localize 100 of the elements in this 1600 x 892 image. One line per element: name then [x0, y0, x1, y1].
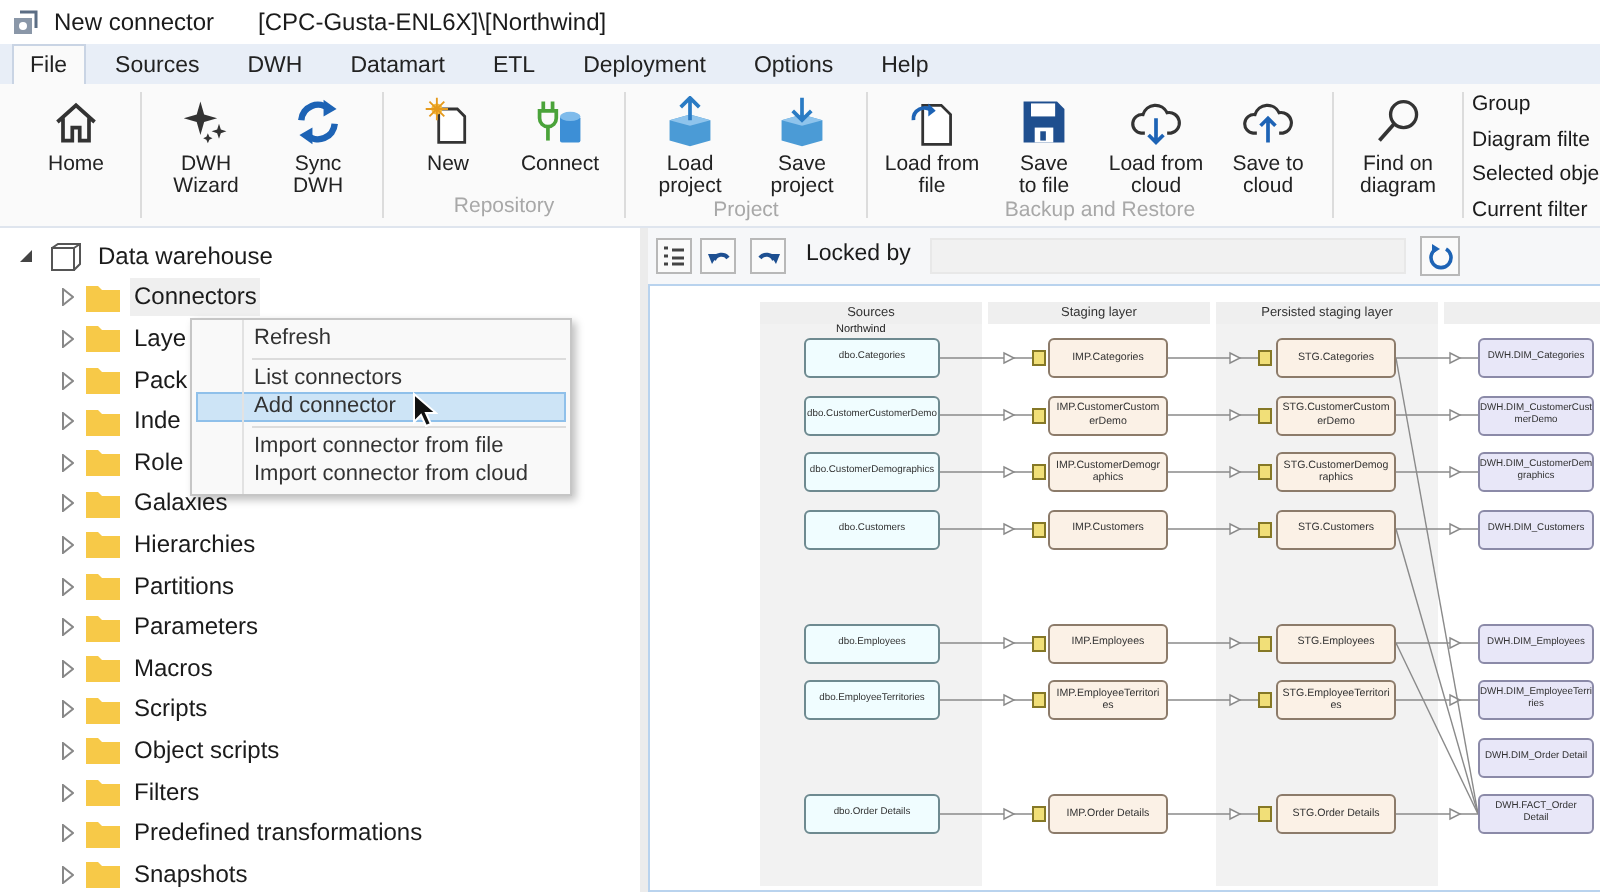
sync-button[interactable]: Sync DWH — [262, 92, 374, 198]
step-badge-icon — [1032, 806, 1046, 822]
window-title: New connector — [54, 6, 215, 40]
menu-item[interactable]: Import connector from cloud — [196, 460, 566, 489]
collapse-arrow-icon[interactable] — [18, 248, 34, 265]
tree-item[interactable]: Object scripts — [130, 731, 284, 770]
tree-item[interactable]: Laye — [130, 319, 191, 358]
expand-arrow-icon[interactable] — [62, 577, 74, 596]
step-badge-icon — [1258, 350, 1272, 366]
ribbon-tab[interactable]: DWH — [229, 44, 321, 84]
flow-arrow — [939, 636, 1033, 650]
ribbon-tab[interactable]: Help — [863, 44, 947, 84]
undo-icon — [707, 248, 729, 264]
home-button[interactable]: Home — [20, 92, 132, 194]
ribbon-option[interactable]: Group — [1472, 88, 1600, 123]
menu-item[interactable]: Import connector from file — [196, 431, 566, 460]
plug-database-icon — [534, 96, 586, 148]
flow-arrow — [1395, 465, 1479, 479]
ribbon-tab[interactable]: Options — [735, 44, 852, 84]
connect-button[interactable]: Connect — [504, 92, 616, 194]
tree-item[interactable]: Role — [130, 443, 188, 482]
step-badge-icon — [1032, 692, 1046, 708]
tree-item[interactable]: Partitions — [130, 567, 239, 606]
expand-arrow-icon[interactable] — [62, 494, 74, 513]
undo-button[interactable] — [700, 238, 736, 274]
expand-arrow-icon[interactable] — [62, 412, 74, 431]
tree-item[interactable]: Macros — [130, 649, 217, 688]
ribbon-tab[interactable]: ETL — [474, 44, 554, 84]
ribbon-tab[interactable]: File — [12, 44, 86, 84]
expand-arrow-icon[interactable] — [62, 535, 74, 554]
refresh-button[interactable] — [1420, 236, 1461, 276]
wizard-button[interactable]: DWH Wizard — [150, 92, 262, 198]
sparkles-icon — [180, 96, 232, 148]
tree-item[interactable]: Pack — [130, 361, 192, 400]
menu-item[interactable]: Add connector — [196, 392, 566, 421]
cube-icon — [50, 241, 82, 272]
load-from-cloud-button[interactable]: Load from cloud — [1100, 92, 1212, 198]
new-button[interactable]: New — [392, 92, 504, 194]
folder-icon — [86, 572, 120, 601]
tree-item[interactable]: Parameters — [130, 608, 263, 647]
load-project-button[interactable]: Load project — [634, 92, 746, 198]
app-icon — [12, 9, 38, 35]
expand-arrow-icon[interactable] — [62, 824, 74, 843]
flow-arrow — [1167, 465, 1259, 479]
expand-arrow-icon[interactable] — [62, 618, 74, 637]
sync-icon — [292, 96, 344, 148]
flow-arrow — [1395, 408, 1479, 422]
expand-arrow-icon[interactable] — [62, 659, 74, 678]
folder-icon — [86, 448, 120, 477]
expand-arrow-icon[interactable] — [62, 865, 74, 884]
expand-arrow-icon[interactable] — [62, 329, 74, 348]
step-badge-icon — [1032, 350, 1046, 366]
expand-arrow-icon[interactable] — [62, 371, 74, 390]
tree-item[interactable]: Connectors — [130, 278, 261, 317]
tree-item[interactable]: Hierarchies — [130, 525, 260, 564]
step-badge-icon — [1032, 464, 1046, 480]
ribbon-tab[interactable]: Datamart — [332, 44, 463, 84]
group-label: Project — [713, 198, 779, 222]
folder-icon — [86, 489, 120, 518]
tree-item[interactable]: Galaxies — [130, 484, 232, 523]
menu-item[interactable]: List connectors — [196, 363, 566, 392]
tree-item[interactable]: Snapshots — [130, 855, 252, 892]
tree-item[interactable]: Scripts — [130, 690, 212, 729]
tree-item[interactable]: Filters — [130, 773, 204, 812]
tree-item[interactable]: Predefined transformations — [130, 814, 427, 853]
folder-icon — [86, 819, 120, 848]
ribbon-option[interactable]: Diagram filte — [1472, 123, 1600, 158]
flow-arrow — [1167, 807, 1259, 821]
step-badge-icon — [1258, 464, 1272, 480]
load-from-file-button[interactable]: Load from file — [876, 92, 988, 198]
ribbon-option[interactable]: Current filter — [1472, 193, 1600, 228]
ribbon-option[interactable]: Selected obje — [1472, 158, 1600, 193]
expand-arrow-icon[interactable] — [62, 741, 74, 760]
expand-arrow-icon[interactable] — [62, 288, 74, 307]
redo-button[interactable] — [750, 238, 786, 274]
folder-icon — [86, 407, 120, 436]
flow-arrow — [1395, 636, 1479, 650]
ribbon-tab[interactable]: Deployment — [565, 44, 724, 84]
group-label: Backup and Restore — [1004, 198, 1196, 222]
flow-arrow — [1167, 693, 1259, 707]
expand-arrow-icon[interactable] — [62, 783, 74, 802]
folder-icon — [86, 324, 120, 353]
menu-item[interactable]: Refresh — [196, 324, 566, 353]
flow-arrow — [939, 465, 1033, 479]
ribbon-tab[interactable]: Sources — [97, 44, 218, 84]
step-badge-icon — [1032, 407, 1046, 423]
expand-arrow-icon[interactable] — [62, 700, 74, 719]
folder-icon — [86, 530, 120, 559]
tree-item[interactable]: Inde — [130, 402, 185, 441]
step-badge-icon — [1258, 806, 1272, 822]
save-to-cloud-button[interactable]: Save to cloud — [1212, 92, 1324, 198]
list-view-button[interactable] — [656, 238, 692, 274]
flow-arrow — [1167, 351, 1259, 365]
flow-arrow — [939, 522, 1033, 536]
save-project-button[interactable]: Save project — [746, 92, 858, 198]
tree-item[interactable]: Data warehouse — [94, 237, 277, 276]
folder-icon — [86, 613, 120, 642]
find-button[interactable]: Find on diagram — [1342, 92, 1454, 198]
save-to-file-button[interactable]: Save to file — [988, 92, 1100, 198]
expand-arrow-icon[interactable] — [62, 453, 74, 472]
